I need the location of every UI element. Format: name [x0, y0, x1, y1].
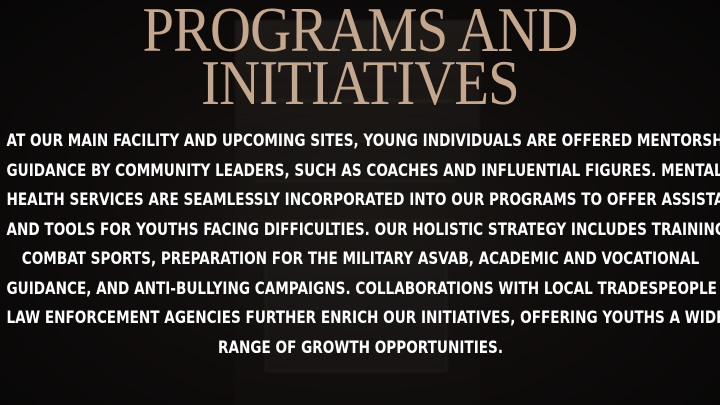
title-line-2: INITIATIVES [201, 48, 520, 118]
description-paragraph: AT OUR MAIN FACILITY AND UPCOMING SITES,… [6, 127, 720, 363]
description-line: LAW ENFORCEMENT AGENCIES FURTHER ENRICH … [6, 308, 720, 328]
description-line: HEALTH SERVICES ARE SEAMLESSLY INCORPORA… [6, 190, 720, 210]
description-line: AND TOOLS FOR YOUTHS FACING DIFFICULTIES… [6, 219, 720, 240]
description-line: AT OUR MAIN FACILITY AND UPCOMING SITES,… [6, 131, 720, 151]
description-line: RANGE OF GROWTH OPPORTUNITIES. [217, 337, 504, 358]
page-title: PROGRAMS AND INITIATIVES [36, 0, 684, 118]
description-line: GUIDANCE BY COMMUNITY LEADERS, SUCH AS C… [6, 160, 720, 181]
description-line: COMBAT SPORTS, PREPARATION FOR THE MILIT… [21, 249, 700, 269]
slide: PROGRAMS AND INITIATIVES AT OUR MAIN FAC… [0, 0, 720, 405]
description-line: GUIDANCE, AND ANTI-BULLYING CAMPAIGNS. C… [6, 278, 720, 299]
